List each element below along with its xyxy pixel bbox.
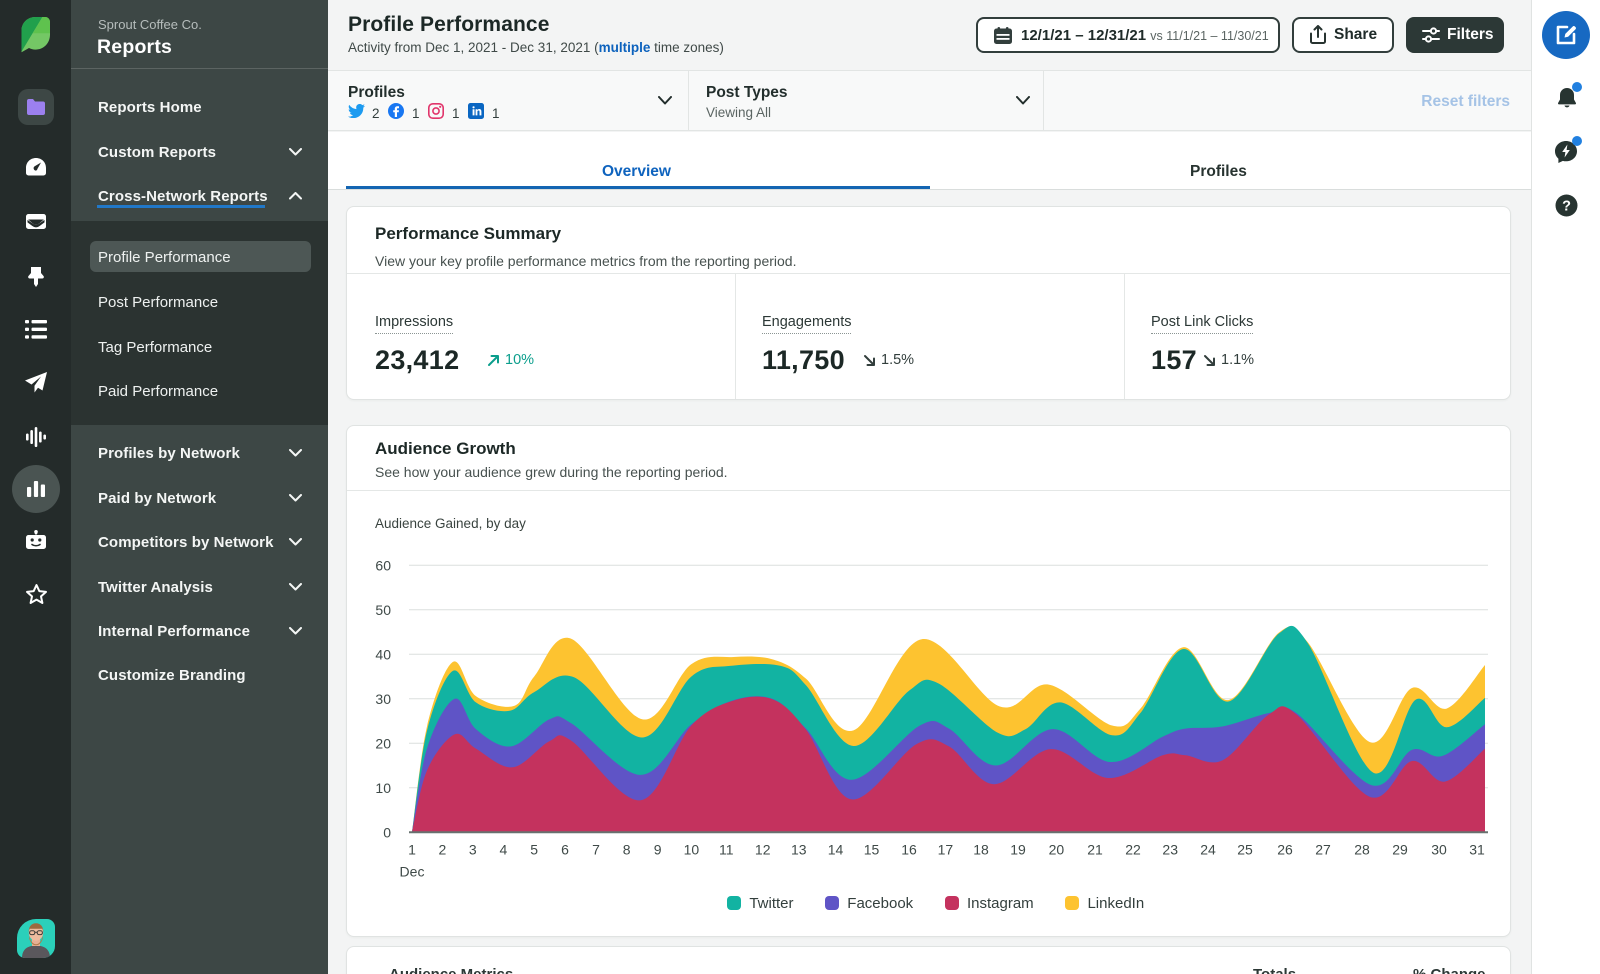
svg-text:30: 30 bbox=[375, 691, 391, 707]
svg-text:29: 29 bbox=[1392, 841, 1408, 857]
svg-text:6: 6 bbox=[561, 841, 569, 857]
svg-text:50: 50 bbox=[375, 602, 391, 618]
svg-text:14: 14 bbox=[828, 841, 844, 857]
svg-text:25: 25 bbox=[1237, 841, 1253, 857]
svg-text:26: 26 bbox=[1277, 841, 1293, 857]
svg-text:4: 4 bbox=[500, 841, 508, 857]
svg-text:18: 18 bbox=[973, 841, 989, 857]
svg-text:2: 2 bbox=[439, 841, 447, 857]
svg-text:24: 24 bbox=[1200, 841, 1216, 857]
svg-text:31: 31 bbox=[1469, 841, 1485, 857]
svg-text:28: 28 bbox=[1354, 841, 1370, 857]
svg-text:40: 40 bbox=[375, 646, 391, 662]
svg-text:10: 10 bbox=[375, 780, 391, 796]
svg-text:10: 10 bbox=[684, 841, 700, 857]
svg-text:?: ? bbox=[1562, 199, 1571, 215]
svg-text:15: 15 bbox=[864, 841, 880, 857]
svg-text:7: 7 bbox=[592, 841, 600, 857]
svg-text:30: 30 bbox=[1431, 841, 1447, 857]
svg-text:20: 20 bbox=[375, 735, 391, 751]
svg-text:27: 27 bbox=[1315, 841, 1331, 857]
svg-text:8: 8 bbox=[623, 841, 631, 857]
svg-text:11: 11 bbox=[719, 841, 734, 857]
svg-text:12: 12 bbox=[755, 841, 771, 857]
svg-text:19: 19 bbox=[1010, 841, 1026, 857]
svg-text:13: 13 bbox=[791, 841, 807, 857]
svg-text:22: 22 bbox=[1125, 841, 1141, 857]
svg-text:16: 16 bbox=[901, 841, 917, 857]
svg-text:0: 0 bbox=[383, 824, 391, 840]
svg-text:21: 21 bbox=[1087, 841, 1103, 857]
svg-text:1: 1 bbox=[408, 841, 416, 857]
svg-text:60: 60 bbox=[375, 557, 391, 573]
svg-text:3: 3 bbox=[469, 841, 477, 857]
svg-text:9: 9 bbox=[654, 841, 662, 857]
svg-text:23: 23 bbox=[1162, 841, 1178, 857]
svg-text:17: 17 bbox=[938, 841, 954, 857]
svg-text:Dec: Dec bbox=[400, 863, 425, 879]
svg-text:20: 20 bbox=[1049, 841, 1065, 857]
svg-text:5: 5 bbox=[530, 841, 538, 857]
